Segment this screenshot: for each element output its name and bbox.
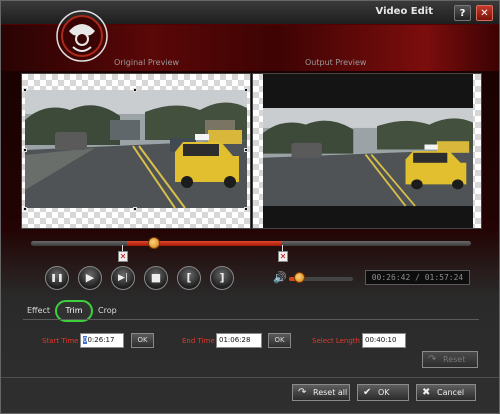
output-video-frame — [263, 74, 473, 228]
select-length-label: Select Length — [312, 337, 360, 345]
help-button[interactable]: ? — [454, 5, 471, 21]
output-preview-label: Output Preview — [305, 58, 367, 67]
start-marker[interactable]: ✕ — [118, 251, 128, 262]
tab-crop[interactable]: Crop — [98, 306, 117, 315]
bottom-divider — [1, 377, 499, 378]
video-edit-window: Video Edit ? ✕ Original Preview Output P… — [0, 0, 500, 414]
reset-label: Reset — [443, 355, 466, 364]
crop-handle-top-right[interactable] — [244, 88, 248, 92]
volume-icon[interactable]: 🔊 — [273, 271, 287, 284]
start-time-field[interactable]: 00:26:17 — [80, 333, 124, 348]
crop-handle-left[interactable] — [23, 148, 27, 152]
app-logo-icon — [56, 10, 108, 62]
start-time-value: 0:26:17 — [87, 336, 115, 344]
ok-label: OK — [378, 388, 390, 397]
cancel-label: Cancel — [437, 388, 465, 397]
end-time-ok-button[interactable]: OK — [268, 333, 291, 348]
cancel-button[interactable]: ✖ Cancel — [416, 384, 476, 401]
reset-arrow-icon: ↷ — [428, 354, 437, 365]
tab-divider — [23, 319, 479, 320]
timeline-playhead[interactable] — [148, 237, 161, 249]
crop-handle-bottom-right[interactable] — [244, 207, 248, 211]
tab-effect[interactable]: Effect — [27, 306, 50, 315]
pause-button[interactable]: ❚❚ — [45, 266, 69, 290]
crop-handle-top[interactable] — [133, 88, 137, 92]
window-title: Video Edit — [375, 6, 433, 17]
start-time-ok-button[interactable]: OK — [131, 333, 154, 348]
volume-thumb[interactable] — [294, 272, 305, 283]
reset-button[interactable]: ↷ Reset — [422, 351, 478, 368]
crop-handle-bottom[interactable] — [133, 207, 137, 211]
select-length-field[interactable]: 00:40:10 — [362, 333, 406, 348]
crop-handle-bottom-left[interactable] — [23, 207, 27, 211]
timeline-track[interactable] — [31, 241, 471, 246]
reset-all-arrow-icon: ↷ — [298, 387, 307, 398]
step-forward-button[interactable]: ▶| — [111, 266, 135, 290]
close-button[interactable]: ✕ — [476, 5, 493, 21]
original-video-frame — [25, 90, 247, 208]
end-time-label: End Time — [182, 337, 215, 345]
reset-all-label: Reset all — [313, 388, 348, 397]
output-preview — [252, 73, 482, 229]
crop-handle-top-left[interactable] — [23, 88, 27, 92]
reset-all-button[interactable]: ↷ Reset all — [292, 384, 350, 401]
ok-button[interactable]: ✔ OK — [357, 384, 409, 401]
crop-handle-right[interactable] — [244, 148, 248, 152]
mark-out-button[interactable]: ] — [210, 266, 234, 290]
stop-button[interactable]: ■ — [144, 266, 168, 290]
start-time-label: Start Time — [42, 337, 79, 345]
end-time-field[interactable]: 01:06:28 — [216, 333, 262, 348]
cancel-x-icon: ✖ — [422, 387, 431, 398]
end-marker[interactable]: ✕ — [278, 251, 288, 262]
mark-in-button[interactable]: [ — [177, 266, 201, 290]
play-button[interactable]: ▶ — [78, 266, 102, 290]
check-icon: ✔ — [363, 387, 372, 398]
original-preview-label: Original Preview — [114, 58, 179, 67]
time-display: 00:26:42 / 01:57:24 — [365, 270, 470, 285]
original-preview — [21, 73, 251, 229]
